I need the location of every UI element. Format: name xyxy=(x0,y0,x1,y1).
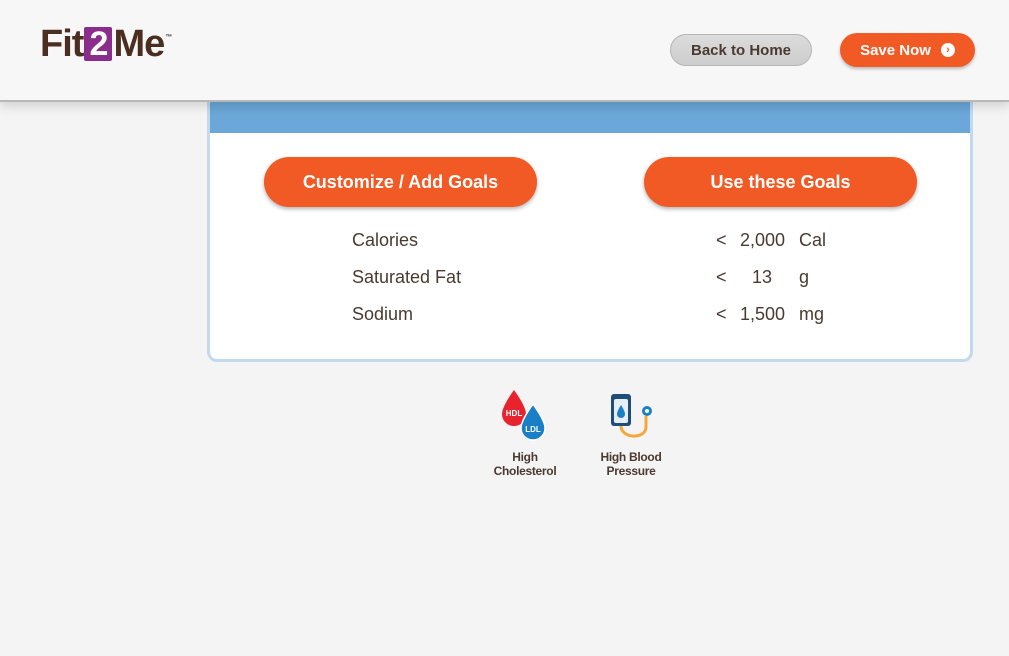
goal-row-calories: Calories < 2,000 Cal xyxy=(210,230,970,254)
condition-label: High Cholesterol xyxy=(493,450,557,478)
customize-add-goals-button[interactable]: Customize / Add Goals xyxy=(264,157,537,207)
blood-pressure-cuff-icon xyxy=(606,388,656,444)
goal-row-sodium: Sodium < 1,500 mg xyxy=(210,304,970,328)
logo-text-2: 2 xyxy=(84,27,113,61)
save-now-button[interactable]: Save Now › xyxy=(840,33,975,67)
goal-operator: < xyxy=(716,230,727,250)
goal-row-saturated-fat: Saturated Fat < 13 g xyxy=(210,267,970,291)
save-now-label: Save Now xyxy=(860,41,931,59)
cholesterol-drops-icon: HDL LDL xyxy=(500,388,550,444)
customize-add-goals-label: Customize / Add Goals xyxy=(302,171,499,192)
goal-value: 2,000 xyxy=(739,230,785,250)
top-header: Fit 2 Me ™ Back to Home Save Now › xyxy=(0,0,1009,100)
goal-unit: Cal xyxy=(799,230,827,250)
goal-name: Calories xyxy=(352,230,419,250)
goal-unit: mg xyxy=(799,304,825,324)
goal-name: Saturated Fat xyxy=(352,267,462,287)
chevron-right-circle-icon: › xyxy=(940,43,955,57)
condition-label: High Blood Pressure xyxy=(600,450,662,478)
goal-operator: < xyxy=(716,304,727,324)
goal-value: 1,500 xyxy=(739,304,785,324)
back-to-home-button[interactable]: Back to Home xyxy=(670,34,812,66)
goal-value: 13 xyxy=(751,267,773,287)
ldl-label: LDL xyxy=(525,425,541,434)
goal-unit: g xyxy=(799,267,810,287)
logo-text-me: Me xyxy=(113,23,165,65)
condition-high-cholesterol[interactable]: HDL LDL High Cholesterol xyxy=(482,388,568,478)
goals-panel: Customize / Add Goals Use these Goals Ca… xyxy=(207,100,973,362)
condition-high-blood-pressure[interactable]: High Blood Pressure xyxy=(578,388,684,478)
logo-trademark: ™ xyxy=(165,34,172,41)
back-to-home-label: Back to Home xyxy=(690,41,792,59)
use-these-goals-button[interactable]: Use these Goals xyxy=(644,157,917,207)
fit2me-logo[interactable]: Fit 2 Me ™ xyxy=(40,23,172,65)
goal-name: Sodium xyxy=(352,304,414,324)
use-these-goals-label: Use these Goals xyxy=(710,171,851,192)
goal-operator: < xyxy=(716,267,727,287)
hdl-label: HDL xyxy=(506,409,523,418)
logo-text-fit: Fit xyxy=(40,23,84,65)
panel-header-bar xyxy=(210,100,970,133)
